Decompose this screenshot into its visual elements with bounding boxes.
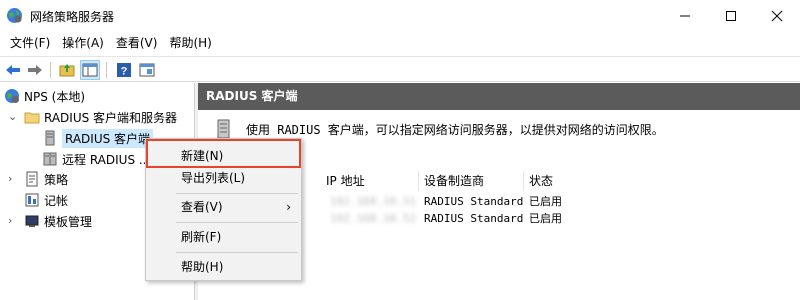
server-group-icon bbox=[43, 152, 57, 166]
tree-label: 模板管理 bbox=[44, 214, 93, 229]
menu-item-view-label: 查看(V) bbox=[181, 200, 223, 214]
toolbar-separator bbox=[106, 62, 107, 78]
maximize-icon bbox=[726, 10, 736, 21]
server-icon bbox=[217, 119, 230, 139]
window-title: 网络策略服务器 bbox=[30, 10, 115, 24]
menu-bar: 文件(F) 操作(A) 查看(V) 帮助(H) bbox=[0, 31, 800, 55]
server-icon bbox=[45, 130, 55, 146]
vendor-cell: RADIUS Standard bbox=[424, 212, 524, 225]
nps-globe-icon bbox=[5, 89, 19, 103]
pane-description: 使用 RADIUS 客户端，可以指定网络访问服务器，以提供对网络的访问权限。 bbox=[214, 119, 664, 139]
properties-button[interactable] bbox=[137, 60, 157, 80]
pane-header: RADIUS 客户端 bbox=[198, 83, 800, 110]
svg-text:?: ? bbox=[121, 66, 128, 78]
tree-item-templates[interactable]: 模板管理 bbox=[24, 211, 92, 231]
status-cell: 已启用 bbox=[529, 195, 562, 208]
menu-help[interactable]: 帮助(H) bbox=[163, 31, 217, 55]
close-button[interactable] bbox=[754, 0, 800, 31]
menu-action[interactable]: 操作(A) bbox=[56, 31, 110, 55]
tree-item-nps-root[interactable]: NPS (本地) bbox=[4, 86, 85, 106]
menu-view[interactable]: 查看(V) bbox=[110, 31, 164, 55]
tree-item-policies[interactable]: 策略 bbox=[24, 169, 68, 189]
tree-label: 远程 RADIUS ... bbox=[62, 152, 151, 167]
menu-item-new[interactable]: 新建(N) bbox=[146, 145, 301, 167]
description-text: 使用 RADIUS 客户端，可以指定网络访问服务器，以提供对网络的访问权限。 bbox=[246, 122, 664, 137]
maximize-button[interactable] bbox=[708, 0, 754, 31]
menu-item-view[interactable]: 查看(V) › bbox=[146, 196, 301, 218]
menu-separator bbox=[176, 222, 298, 223]
column-header-vendor[interactable]: 设备制造商 bbox=[420, 171, 524, 191]
vendor-cell: RADIUS Standard bbox=[424, 195, 524, 208]
help-button[interactable]: ? bbox=[114, 60, 134, 80]
expand-chevron-icon[interactable]: › bbox=[8, 173, 18, 184]
tree-item-accounting[interactable]: 记帐 bbox=[24, 190, 68, 210]
toolbar-separator bbox=[50, 62, 51, 78]
folder-icon bbox=[24, 112, 40, 124]
tree-item-radius-clients[interactable]: RADIUS 客户端 bbox=[42, 128, 154, 148]
tree-item-radius-clients-servers[interactable]: RADIUS 客户端和服务器 bbox=[24, 107, 177, 127]
menu-separator bbox=[176, 252, 298, 253]
minimize-button[interactable] bbox=[662, 0, 708, 31]
accounting-icon bbox=[25, 193, 39, 207]
menu-file[interactable]: 文件(F) bbox=[4, 31, 56, 55]
tree-label: 记帐 bbox=[44, 193, 69, 208]
templates-icon bbox=[25, 215, 39, 227]
policies-icon bbox=[26, 171, 38, 187]
close-icon bbox=[771, 10, 783, 21]
submenu-arrow-icon: › bbox=[286, 200, 291, 214]
show-hide-tree-icon bbox=[82, 63, 98, 77]
menu-item-export-list[interactable]: 导出列表(L) bbox=[146, 167, 301, 189]
up-level-button[interactable] bbox=[57, 60, 77, 80]
column-header-status[interactable]: 状态 bbox=[525, 171, 605, 191]
toolbar: ? bbox=[0, 56, 800, 82]
minimize-icon bbox=[680, 15, 690, 16]
forward-button[interactable] bbox=[25, 60, 45, 80]
expand-chevron-icon[interactable]: › bbox=[8, 215, 18, 226]
tree-label: RADIUS 客户端和服务器 bbox=[44, 110, 178, 125]
menu-item-refresh[interactable]: 刷新(F) bbox=[146, 226, 301, 248]
collapse-chevron-icon[interactable]: ⌄ bbox=[8, 111, 18, 122]
show-hide-tree-button[interactable] bbox=[80, 60, 100, 80]
context-menu: 新建(N) 导出列表(L) 查看(V) › 刷新(F) 帮助(H) bbox=[145, 138, 302, 281]
column-header-ip[interactable]: IP 地址 bbox=[322, 171, 419, 191]
forward-arrow-icon bbox=[28, 65, 42, 75]
tree-label: 策略 bbox=[44, 172, 69, 187]
tree-label: NPS (本地) bbox=[24, 89, 86, 104]
folder-up-icon bbox=[59, 64, 75, 77]
properties-icon bbox=[139, 63, 155, 77]
ip-cell: 192.168.10.52 bbox=[330, 212, 417, 225]
title-bar: 网络策略服务器 bbox=[0, 0, 800, 31]
help-icon: ? bbox=[117, 63, 131, 78]
tree-label-selected: RADIUS 客户端 bbox=[62, 128, 154, 148]
menu-separator bbox=[176, 193, 298, 194]
back-button[interactable] bbox=[3, 60, 23, 80]
tree-item-remote-radius[interactable]: 远程 RADIUS ... bbox=[42, 149, 150, 169]
nps-globe-icon bbox=[7, 8, 22, 23]
ip-cell: 192.168.10.51 bbox=[330, 195, 417, 208]
back-arrow-icon bbox=[6, 65, 20, 75]
status-cell: 已启用 bbox=[529, 212, 562, 225]
menu-item-help[interactable]: 帮助(H) bbox=[146, 256, 301, 278]
